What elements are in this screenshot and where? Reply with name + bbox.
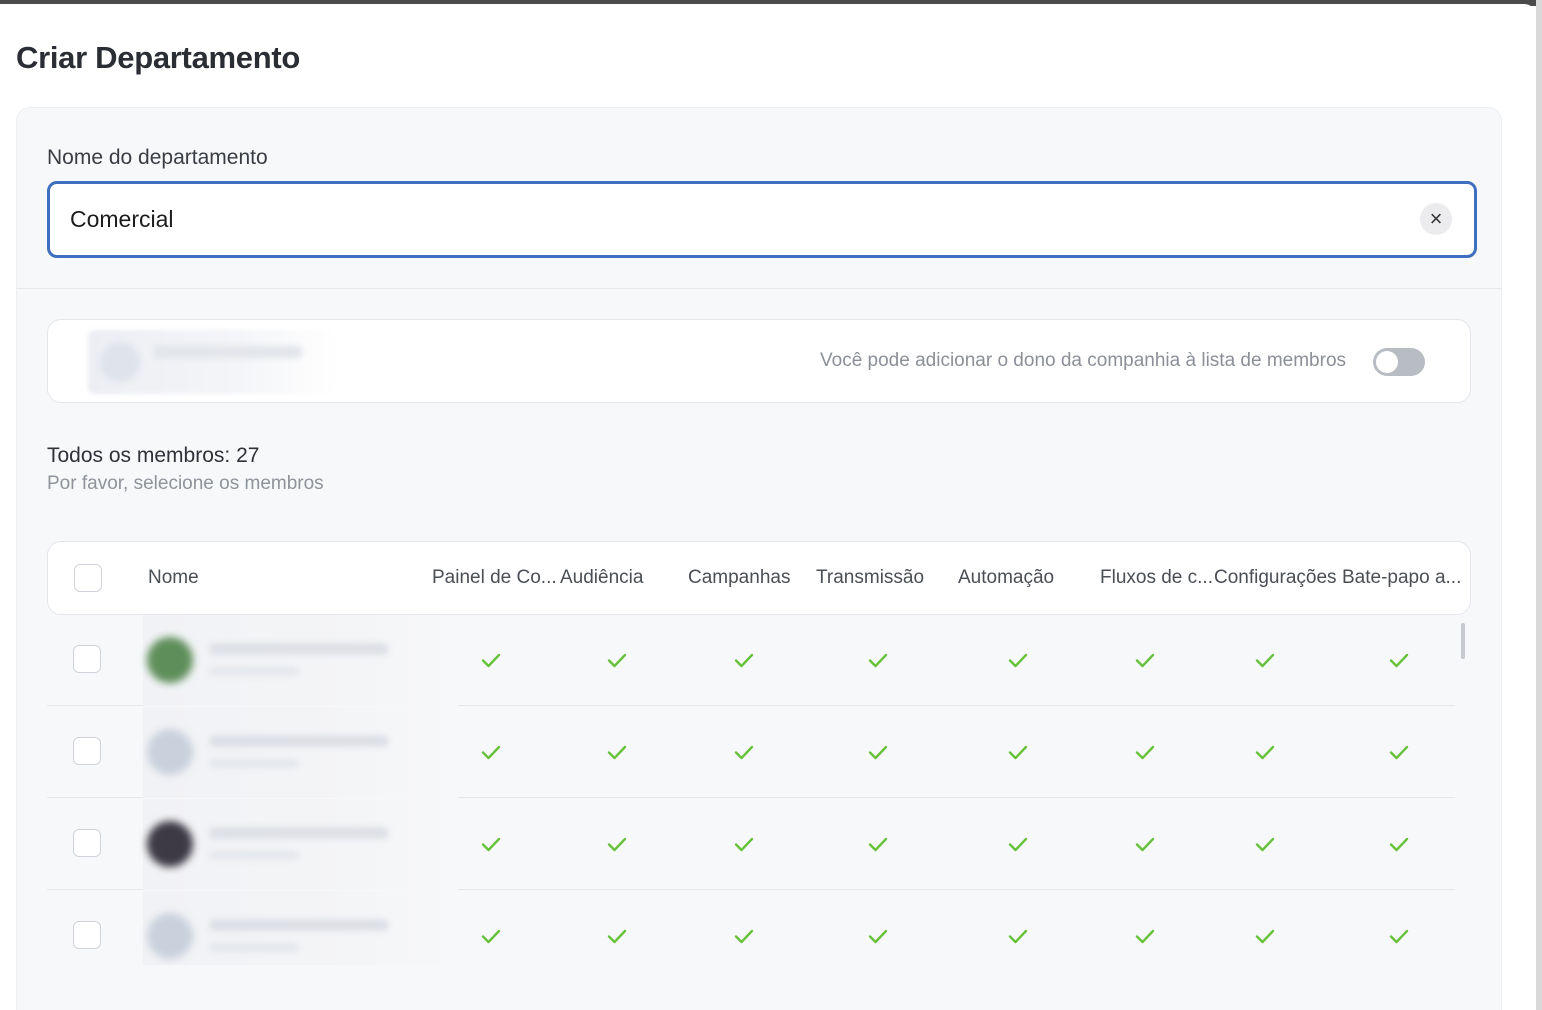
row-checkbox[interactable] xyxy=(73,737,101,765)
column-header-dashboard[interactable]: Painel de Co... xyxy=(432,542,556,614)
department-name-label: Nome do departamento xyxy=(47,146,268,169)
column-header-campaigns[interactable]: Campanhas xyxy=(688,542,812,614)
column-header-broadcast[interactable]: Transmissão xyxy=(816,542,946,614)
check-icon-audience xyxy=(607,745,627,760)
check-icon-broadcast xyxy=(868,745,888,760)
clear-input-button[interactable]: × xyxy=(1420,203,1452,235)
table-row[interactable] xyxy=(47,799,1455,890)
check-icon-dashboard xyxy=(481,745,501,760)
member-email-blurred xyxy=(209,943,299,952)
check-icon-automation xyxy=(1008,929,1028,944)
table-scrollbar[interactable] xyxy=(1461,623,1465,659)
check-icon-chat xyxy=(1389,745,1409,760)
check-icon-dashboard xyxy=(481,837,501,852)
member-email-blurred xyxy=(209,667,299,676)
members-count: Todos os membros: 27 xyxy=(47,444,260,467)
check-icon-settings xyxy=(1255,745,1275,760)
avatar xyxy=(147,821,193,867)
department-name-field[interactable]: × xyxy=(47,181,1477,258)
owner-add-hint: Você pode adicionar o dono da companhia … xyxy=(820,350,1347,371)
check-icon-campaigns xyxy=(734,653,754,668)
check-icon-flows xyxy=(1135,837,1155,852)
check-icon-chat xyxy=(1389,929,1409,944)
column-header-chat[interactable]: Bate-papo a... xyxy=(1342,542,1466,614)
select-all-checkbox[interactable] xyxy=(74,564,102,592)
form-panel: Nome do departamento × Você pode adicion… xyxy=(16,107,1502,1010)
modal-edge xyxy=(1536,0,1542,1010)
check-icon-audience xyxy=(607,929,627,944)
members-hint: Por favor, selecione os membros xyxy=(47,473,324,494)
column-header-settings[interactable]: Configurações xyxy=(1214,542,1340,614)
members-table-body xyxy=(47,615,1471,965)
check-icon-settings xyxy=(1255,837,1275,852)
column-header-audience[interactable]: Audiência xyxy=(560,542,680,614)
avatar xyxy=(147,729,193,775)
check-icon-flows xyxy=(1135,745,1155,760)
check-icon-chat xyxy=(1389,837,1409,852)
check-icon-audience xyxy=(607,837,627,852)
member-name-blurred xyxy=(209,735,389,747)
member-name-blurred xyxy=(209,827,389,839)
row-checkbox[interactable] xyxy=(73,921,101,949)
table-row[interactable] xyxy=(47,891,1455,965)
check-icon-broadcast xyxy=(868,929,888,944)
table-row[interactable] xyxy=(47,615,1455,706)
check-icon-chat xyxy=(1389,653,1409,668)
check-icon-audience xyxy=(607,653,627,668)
check-icon-settings xyxy=(1255,929,1275,944)
avatar xyxy=(147,637,193,683)
owner-avatar xyxy=(100,342,140,382)
member-email-blurred xyxy=(209,851,299,860)
check-icon-flows xyxy=(1135,929,1155,944)
check-icon-settings xyxy=(1255,653,1275,668)
check-icon-automation xyxy=(1008,653,1028,668)
check-icon-flows xyxy=(1135,653,1155,668)
section-divider xyxy=(17,288,1501,289)
column-header-automation[interactable]: Automação xyxy=(958,542,1088,614)
row-checkbox[interactable] xyxy=(73,829,101,857)
member-name-blurred xyxy=(209,919,389,931)
member-email-blurred xyxy=(209,759,299,768)
close-icon: × xyxy=(1429,206,1443,231)
column-header-flows[interactable]: Fluxos de c... xyxy=(1100,542,1212,614)
toggle-knob xyxy=(1376,351,1398,373)
check-icon-broadcast xyxy=(868,837,888,852)
dialog-title: Criar Departamento xyxy=(16,40,301,75)
check-icon-automation xyxy=(1008,837,1028,852)
check-icon-campaigns xyxy=(734,837,754,852)
check-icon-broadcast xyxy=(868,653,888,668)
company-owner-card: Você pode adicionar o dono da companhia … xyxy=(47,319,1471,403)
add-owner-toggle[interactable] xyxy=(1373,348,1425,376)
check-icon-automation xyxy=(1008,745,1028,760)
check-icon-dashboard xyxy=(481,929,501,944)
member-name-blurred xyxy=(209,643,389,655)
department-name-input[interactable] xyxy=(70,184,1390,255)
check-icon-campaigns xyxy=(734,745,754,760)
members-table-header: Nome Painel de Co... Audiência Campanhas… xyxy=(47,541,1471,615)
create-department-dialog: Criar Departamento Nome do departamento … xyxy=(0,4,1536,1010)
owner-name-blurred xyxy=(153,346,303,358)
table-row[interactable] xyxy=(47,707,1455,798)
avatar xyxy=(147,913,193,959)
check-icon-dashboard xyxy=(481,653,501,668)
check-icon-campaigns xyxy=(734,929,754,944)
row-checkbox[interactable] xyxy=(73,645,101,673)
column-header-name[interactable]: Nome xyxy=(148,542,418,614)
